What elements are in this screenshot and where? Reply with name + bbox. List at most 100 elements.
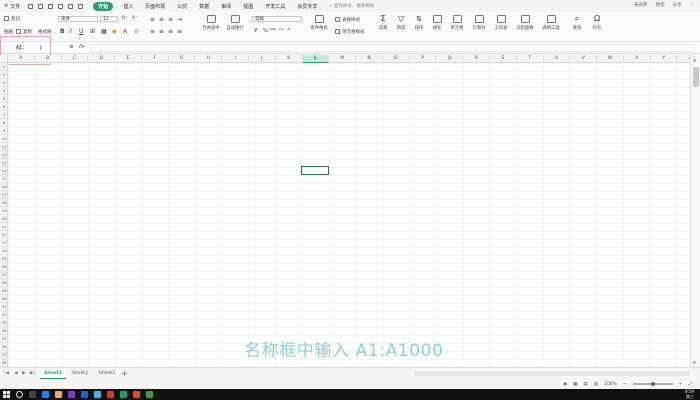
zoom-slider-knob[interactable] bbox=[650, 381, 655, 386]
redo-icon[interactable] bbox=[78, 3, 84, 9]
freeze-button[interactable]: 冻结窗格 bbox=[514, 15, 536, 31]
row-header-38[interactable]: 38 bbox=[0, 359, 8, 367]
taskbar-app-icon[interactable] bbox=[42, 391, 49, 398]
align-center-icon[interactable]: ≡ bbox=[159, 28, 164, 35]
align-right-icon[interactable]: ≡ bbox=[168, 28, 173, 35]
paste-label[interactable]: 粘贴 bbox=[4, 29, 13, 35]
align-top-icon[interactable]: ≡ bbox=[150, 16, 155, 23]
fill-color-icon[interactable]: ◆ bbox=[112, 28, 117, 35]
merge-center-button[interactable]: 合并居中 bbox=[200, 15, 222, 31]
column-header-c[interactable]: C bbox=[62, 55, 89, 63]
grid-icon[interactable]: ▦ bbox=[101, 28, 107, 35]
bold-icon[interactable]: B bbox=[60, 28, 65, 35]
table-style-icon[interactable] bbox=[335, 17, 340, 22]
justify-icon[interactable]: ≡ bbox=[177, 28, 182, 35]
column-header-x[interactable]: X bbox=[624, 55, 651, 63]
scroll-up-icon[interactable]: ▲ bbox=[693, 57, 696, 62]
prev-sheet-icon[interactable]: ◀ bbox=[14, 371, 17, 376]
column-header-k[interactable]: K bbox=[276, 55, 303, 63]
row-header-36[interactable]: 36 bbox=[0, 343, 8, 351]
table-tools-button[interactable]: 表格工具 bbox=[540, 15, 562, 31]
fill-button[interactable]: 填充 bbox=[426, 15, 448, 31]
tab-member[interactable]: 会员专享 bbox=[295, 2, 319, 11]
indent-icon[interactable]: ⇥ bbox=[177, 16, 182, 23]
align-middle-icon[interactable]: ≡ bbox=[159, 16, 164, 23]
sheet-tab-sheet2[interactable]: Sheet2 bbox=[67, 369, 93, 379]
copy-label[interactable]: 复制 bbox=[23, 29, 32, 35]
taskbar-word-icon[interactable] bbox=[81, 391, 88, 398]
copy-icon[interactable] bbox=[16, 29, 21, 34]
row-header-35[interactable]: 35 bbox=[0, 335, 8, 343]
row-header-34[interactable]: 34 bbox=[0, 327, 8, 335]
tab-developer[interactable]: 开发工具 bbox=[263, 2, 287, 11]
taskbar-wps-icon[interactable] bbox=[107, 391, 114, 398]
row-header-28[interactable]: 28 bbox=[0, 279, 8, 287]
tab-data[interactable]: 数据 bbox=[197, 2, 211, 11]
row-header-32[interactable]: 32 bbox=[0, 311, 8, 319]
row-header-6[interactable]: 6 bbox=[0, 103, 8, 111]
taskbar-browser-icon[interactable] bbox=[94, 391, 101, 398]
command-search[interactable]: ⌕ 查找命令、搜索模板 bbox=[329, 3, 374, 9]
column-header-q[interactable]: Q bbox=[436, 55, 464, 63]
find-button[interactable]: ⌕ 查找 bbox=[566, 15, 588, 32]
row-header-4[interactable]: 4 bbox=[0, 87, 8, 95]
underline-icon[interactable]: U bbox=[79, 28, 83, 35]
row-header-12[interactable]: 12 bbox=[0, 151, 8, 159]
column-header-v[interactable]: V bbox=[570, 55, 598, 63]
row-header-16[interactable]: 16 bbox=[0, 183, 8, 191]
zoom-in-icon[interactable]: + bbox=[679, 382, 683, 387]
row-header-11[interactable]: 11 bbox=[0, 143, 8, 151]
row-header-31[interactable]: 31 bbox=[0, 303, 8, 311]
column-header-l[interactable]: L bbox=[302, 55, 330, 63]
italic-icon[interactable]: I bbox=[70, 28, 72, 35]
open-icon[interactable] bbox=[38, 3, 44, 9]
row-header-7[interactable]: 7 bbox=[0, 111, 8, 119]
font-size-select[interactable]: 12 bbox=[100, 16, 118, 22]
column-header-s[interactable]: S bbox=[490, 55, 517, 63]
number-format-select[interactable]: 常规 bbox=[252, 16, 302, 22]
align-left-icon[interactable]: ≡ bbox=[150, 28, 155, 35]
row-header-19[interactable]: 19 bbox=[0, 207, 8, 215]
column-header-n[interactable]: N bbox=[356, 55, 383, 63]
fx-icon[interactable]: fx bbox=[79, 44, 84, 50]
row-header-2[interactable]: 2 bbox=[0, 71, 8, 79]
row-header-18[interactable]: 18 bbox=[0, 199, 8, 207]
share-button[interactable]: 分享 bbox=[673, 2, 682, 8]
row-header-24[interactable]: 24 bbox=[0, 247, 8, 255]
currency-icon[interactable]: ¥ · % ⁰⁰⁰ ⁺⁰ ⁻⁰ bbox=[254, 28, 290, 34]
zoom-slider[interactable] bbox=[632, 381, 673, 386]
column-header-u[interactable]: U bbox=[544, 55, 571, 63]
tab-review[interactable]: 审阅 bbox=[219, 2, 233, 11]
column-header-e[interactable]: E bbox=[115, 55, 142, 63]
taskbar-sheet-icon[interactable] bbox=[120, 391, 127, 398]
column-header-o[interactable]: O bbox=[383, 55, 410, 63]
border-icon[interactable]: ⊞ bbox=[90, 28, 95, 35]
taskbar-search-icon[interactable] bbox=[16, 391, 23, 398]
column-header-f[interactable]: F bbox=[142, 55, 169, 63]
font-color-icon[interactable]: A bbox=[123, 28, 127, 35]
rows-cols-button[interactable]: 行和列 bbox=[468, 15, 490, 31]
normal-view-icon[interactable]: ▦ bbox=[573, 382, 577, 387]
column-header-h[interactable]: H bbox=[195, 55, 223, 63]
font-name-select[interactable]: 宋体 bbox=[58, 16, 98, 22]
file-menu[interactable]: ≡ 文件 bbox=[0, 3, 20, 10]
tab-page-layout[interactable]: 页面布局 bbox=[143, 2, 167, 11]
sheet-tab-sheet1[interactable]: Sheet1 bbox=[40, 369, 66, 379]
next-sheet-icon[interactable]: ▶ bbox=[22, 371, 25, 376]
formula-input[interactable] bbox=[90, 44, 694, 52]
cells-button[interactable]: 单元格 bbox=[446, 15, 468, 31]
preview-icon[interactable] bbox=[58, 3, 64, 9]
active-cell[interactable] bbox=[301, 166, 329, 175]
worksheet-button[interactable]: 工作表 bbox=[490, 15, 512, 31]
row-header-10[interactable]: 10 bbox=[0, 135, 8, 143]
undo-icon[interactable] bbox=[68, 3, 74, 9]
sheet-tab-sheet3[interactable]: Sheet3 bbox=[94, 369, 120, 379]
zoom-level[interactable]: 100% bbox=[604, 382, 617, 387]
format-painter-label[interactable]: 格式刷 bbox=[38, 29, 52, 35]
zoom-formula-icon[interactable]: ⊕ bbox=[69, 44, 74, 50]
column-header-p[interactable]: P bbox=[410, 55, 437, 63]
page-layout-view-icon[interactable]: ▤ bbox=[583, 382, 587, 387]
tab-view[interactable]: 视图 bbox=[241, 2, 255, 11]
column-header-r[interactable]: R bbox=[463, 55, 491, 63]
row-header-20[interactable]: 20 bbox=[0, 215, 8, 223]
